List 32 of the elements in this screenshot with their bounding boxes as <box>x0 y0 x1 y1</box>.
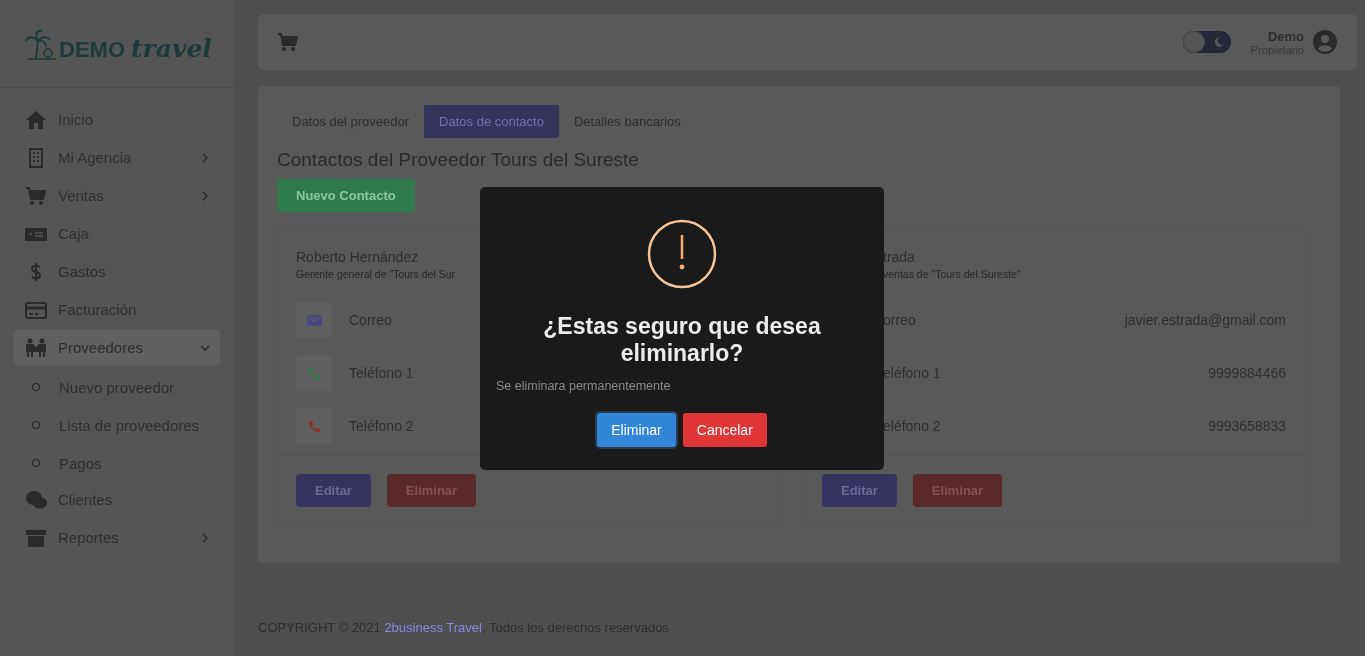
credit-card-icon <box>25 299 47 320</box>
edit-button[interactable]: Editar <box>296 474 371 507</box>
chevron-icon <box>200 532 210 543</box>
tab[interactable]: Datos de contacto <box>424 105 559 138</box>
warning-icon <box>647 219 717 289</box>
moon-icon <box>1212 36 1225 48</box>
phone-icon <box>306 365 322 381</box>
chat-icon <box>25 489 47 510</box>
company-link[interactable]: 2business Travel <box>384 620 482 635</box>
people-icon <box>25 337 47 358</box>
user-avatar-icon[interactable] <box>1312 29 1338 55</box>
circle-icon <box>31 420 41 430</box>
cart-icon <box>25 185 47 206</box>
chevron-icon <box>200 190 210 201</box>
cart-icon[interactable] <box>277 32 299 52</box>
logo-text: DEMO <box>59 38 125 61</box>
logo-script-text: travel <box>131 35 212 61</box>
chevron-icon <box>200 152 210 163</box>
confirm-button[interactable]: Eliminar <box>597 413 676 447</box>
theme-toggle[interactable] <box>1182 31 1231 53</box>
cancel-button[interactable]: Cancelar <box>682 413 767 447</box>
new-contact-button[interactable]: Nuevo Contacto <box>277 179 415 212</box>
dialog-message: Se eliminara permanentemente <box>496 379 671 393</box>
chevron-icon <box>200 342 210 353</box>
archive-icon <box>25 527 47 548</box>
circle-icon <box>31 382 41 392</box>
envelope-icon <box>306 314 322 326</box>
edit-button[interactable]: Editar <box>822 474 897 507</box>
circle-icon <box>31 458 41 468</box>
home-icon <box>25 109 47 130</box>
dialog-title: ¿Estas seguro que desea eliminarlo? <box>542 313 822 367</box>
phone-icon <box>306 418 322 434</box>
